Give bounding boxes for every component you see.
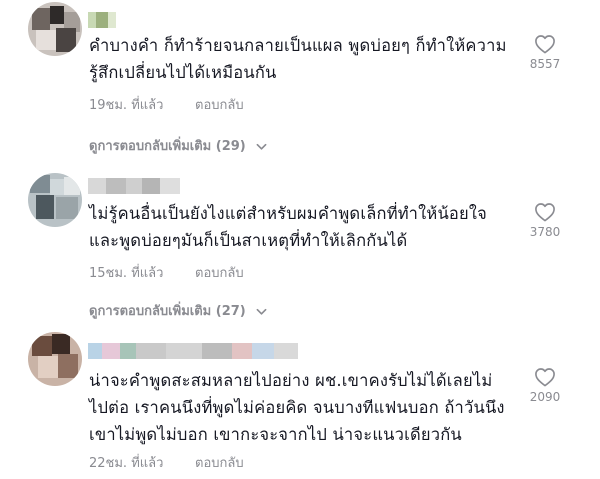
reply-button[interactable]: ตอบกลับ [195,262,244,283]
comment-time: 22ชม. ที่แล้ว [89,456,164,471]
avatar[interactable] [28,332,82,386]
avatar[interactable] [28,173,82,227]
heart-outline-icon[interactable] [534,34,556,54]
comment-meta: 19ชม. ที่แล้ว ตอบกลับ [89,94,244,115]
comment-text: ไม่รู้คนอื่นเป็นยังไงแต่สำหรับผมคำพูดเล็… [89,204,488,250]
comment-text: คำบางคำ ก็ทำร้ายจนกลายเป็นแผล พูดบ่อยๆ ก… [89,36,507,82]
like-count: 8557 [529,57,561,71]
comment-time: 15ชม. ที่แล้ว [89,266,164,281]
comment-meta: 22ชม. ที่แล้ว ตอบกลับ [89,452,244,473]
comment-text: น่าจะคำพูดสะสมหลายไปอย่าง ผช.เขาคงรับไม่… [89,371,505,444]
username-redacted[interactable] [88,343,298,359]
chevron-down-icon [256,308,267,315]
chevron-down-icon [256,143,267,150]
like-button[interactable]: 8557 [520,34,570,71]
heart-outline-icon[interactable] [534,367,556,387]
like-count: 3780 [529,225,561,239]
username-redacted[interactable] [88,12,118,28]
like-count: 2090 [529,390,561,404]
comment-time: 19ชม. ที่แล้ว [89,98,164,113]
avatar[interactable] [28,2,82,56]
comment-meta: 15ชม. ที่แล้ว ตอบกลับ [89,262,244,283]
reply-button[interactable]: ตอบกลับ [195,94,244,115]
like-button[interactable]: 2090 [520,367,570,404]
view-more-replies[interactable]: ดูการตอบกลับเพิ่มเติม (29) [89,135,267,156]
username-redacted[interactable] [88,178,180,194]
like-button[interactable]: 3780 [520,202,570,239]
heart-outline-icon[interactable] [534,202,556,222]
view-more-replies-label: ดูการตอบกลับเพิ่มเติม (29) [89,139,246,154]
reply-button[interactable]: ตอบกลับ [195,452,244,473]
view-more-replies[interactable]: ดูการตอบกลับเพิ่มเติม (27) [89,300,267,321]
view-more-replies-label: ดูการตอบกลับเพิ่มเติม (27) [89,304,246,319]
